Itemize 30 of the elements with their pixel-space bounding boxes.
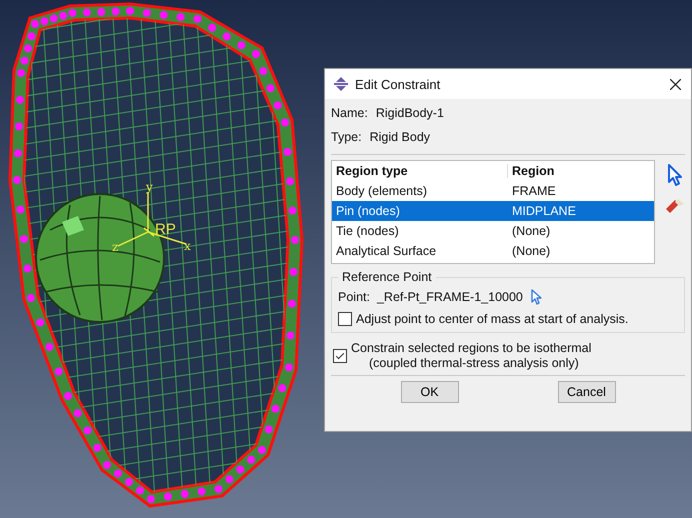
checkbox-label: Adjust point to center of mass at start of analysis. xyxy=(356,312,628,326)
eraser-icon[interactable] xyxy=(665,198,685,214)
dialog-button[interactable]: OK xyxy=(400,381,458,403)
field-label: Point: xyxy=(338,290,370,304)
dialog-button[interactable]: Cancel xyxy=(558,381,616,403)
checkbox[interactable] xyxy=(338,312,352,326)
field-label: Type: xyxy=(331,130,362,144)
table-row[interactable]: Analytical Surface (None) xyxy=(332,241,654,261)
field-value: _Ref-Pt_FRAME-1_10000 xyxy=(376,290,523,304)
field-value: RigidBody-1 xyxy=(376,106,444,120)
table-row[interactable]: Tie (nodes) (None) xyxy=(332,221,654,241)
group-title: Reference Point xyxy=(341,270,433,284)
checkbox[interactable] xyxy=(333,348,347,362)
checkbox-note: (coupled thermal-stress analysis only) xyxy=(368,356,580,370)
close-icon[interactable] xyxy=(670,78,681,90)
constraint-icon xyxy=(333,77,349,91)
axis-label: x xyxy=(184,239,191,253)
reference-point-label: RP xyxy=(155,221,176,238)
cursor-arrow-icon[interactable] xyxy=(667,164,683,186)
axis-label: z xyxy=(112,240,118,254)
cursor-arrow-icon[interactable] xyxy=(530,289,542,305)
field-value: Rigid Body xyxy=(370,130,430,144)
axis-label: y xyxy=(146,180,153,194)
table-row[interactable]: Body (elements) FRAME xyxy=(332,181,654,201)
field-label: Name: xyxy=(331,106,368,120)
column-header: Region xyxy=(511,164,556,178)
column-header: Region type xyxy=(332,164,508,178)
window-title: Edit Constraint xyxy=(355,76,442,92)
checkbox-label: Constrain selected regions to be isothermal xyxy=(351,341,592,355)
table-row[interactable]: Pin (nodes) MIDPLANE xyxy=(332,201,654,221)
